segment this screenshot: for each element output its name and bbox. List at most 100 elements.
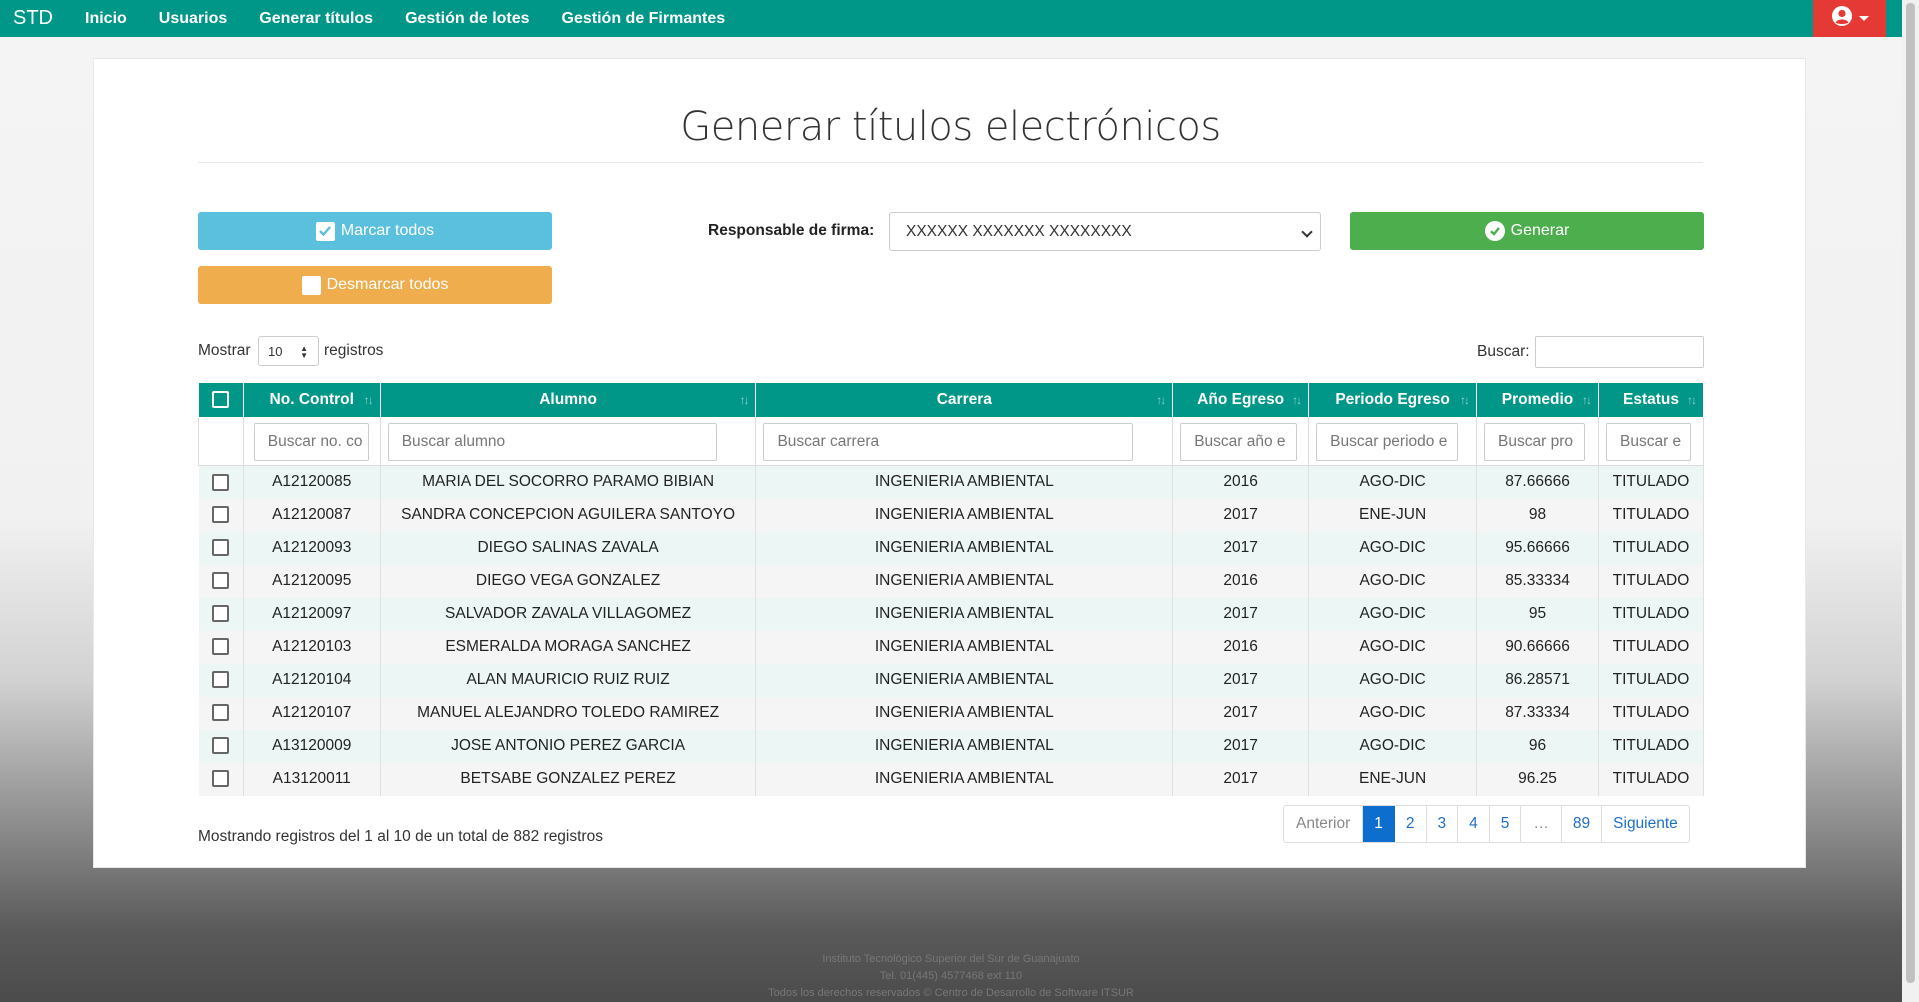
- nav-generar-titulos[interactable]: Generar títulos: [259, 10, 373, 28]
- row-checkbox[interactable]: [212, 605, 230, 623]
- cell-control: A12120085: [243, 465, 381, 499]
- cell-carrera: INGENIERIA AMBIENTAL: [755, 762, 1174, 796]
- nav-inicio[interactable]: Inicio: [85, 10, 127, 28]
- cell-carrera: INGENIERIA AMBIENTAL: [755, 531, 1174, 565]
- cell-alumno: BETSABE GONZALEZ PEREZ: [380, 762, 757, 796]
- table-row[interactable]: A12120104 ALAN MAURICIO RUIZ RUIZ INGENIER…: [198, 663, 1705, 697]
- search-input[interactable]: [1535, 336, 1704, 368]
- unmark-all-button[interactable]: Desmarcar todos: [198, 266, 552, 304]
- cell-estatus: TITULADO: [1598, 696, 1705, 730]
- brand-logo[interactable]: STD: [13, 7, 69, 30]
- chevron-down-icon: [1858, 16, 1869, 21]
- header-anio-egreso[interactable]: Año Egreso ↑↓: [1172, 382, 1310, 418]
- header-label: Estatus: [1622, 391, 1679, 408]
- page-button[interactable]: 2: [1395, 806, 1427, 842]
- page-scrollbar[interactable]: [1902, 0, 1919, 1002]
- filter-promedio-input[interactable]: Buscar pro: [1484, 422, 1586, 461]
- page-button[interactable]: 3: [1427, 806, 1459, 842]
- row-select-cell: [198, 564, 244, 598]
- nav-usuarios[interactable]: Usuarios: [159, 10, 227, 28]
- filter-cell: Buscar año e: [1172, 417, 1310, 466]
- row-checkbox[interactable]: [212, 704, 230, 722]
- filter-empty-cell: [198, 417, 244, 466]
- header-label: Promedio: [1501, 391, 1574, 408]
- row-checkbox[interactable]: [212, 572, 230, 590]
- search-label: Buscar:: [1477, 343, 1530, 360]
- header-label: Carrera: [936, 391, 992, 408]
- row-select-cell: [198, 663, 244, 697]
- table-row[interactable]: A12120097 SALVADOR ZAVALA VILLAGOMEZ INGEN…: [198, 597, 1705, 631]
- cell-promedio: 95.66666: [1476, 531, 1599, 565]
- filter-no-control-input[interactable]: Buscar no. co: [253, 422, 369, 461]
- filter-alumno-input[interactable]: Buscar alumno: [387, 422, 717, 461]
- cell-estatus: TITULADO: [1598, 531, 1705, 565]
- cell-promedio: 87.66666: [1476, 465, 1599, 499]
- page-button[interactable]: 4: [1458, 806, 1490, 842]
- table-row[interactable]: A12120085 MARIA DEL SOCORRO PARAMO BIBIAN…: [198, 465, 1705, 499]
- select-all-header[interactable]: [198, 382, 244, 418]
- table-row[interactable]: A12120093 DIEGO SALINAS ZAVALA INGENIERIA …: [198, 531, 1705, 565]
- header-alumno[interactable]: Alumno ↑↓: [379, 382, 757, 418]
- pagination: Anterior 1 2 3 4 5 … 89 Siguiente: [1283, 805, 1690, 843]
- cell-control: A13120011: [243, 762, 381, 796]
- cell-promedio: 87.33334: [1476, 696, 1599, 730]
- table-row[interactable]: A12120107 MANUEL ALEJANDRO TOLEDO RAMIREZ…: [198, 696, 1705, 730]
- cell-alumno: MANUEL ALEJANDRO TOLEDO RAMIREZ: [380, 696, 757, 730]
- cell-anio: 2017: [1172, 663, 1310, 697]
- page-button[interactable]: 5: [1490, 806, 1522, 842]
- row-checkbox[interactable]: [212, 539, 230, 557]
- select-all-checkbox[interactable]: [212, 391, 230, 409]
- scrollbar-thumb[interactable]: [1906, 3, 1915, 983]
- table-row[interactable]: A13120011 BETSABE GONZALEZ PEREZ INGENIERI…: [198, 762, 1705, 796]
- cell-carrera: INGENIERIA AMBIENTAL: [755, 630, 1174, 664]
- cell-alumno: SANDRA CONCEPCION AGUILERA SANTOYO: [380, 498, 757, 532]
- row-checkbox[interactable]: [212, 638, 230, 656]
- table-row[interactable]: A12120087 SANDRA CONCEPCION AGUILERA SANT…: [198, 498, 1705, 532]
- table-row[interactable]: A12120095 DIEGO VEGA GONZALEZ INGENIERIA A…: [198, 564, 1705, 598]
- page-prev-button[interactable]: Anterior: [1284, 806, 1364, 842]
- generate-button[interactable]: Generar: [1350, 212, 1704, 250]
- row-checkbox[interactable]: [212, 473, 230, 491]
- filter-estatus-input[interactable]: Buscar e: [1605, 422, 1691, 461]
- cell-estatus: TITULADO: [1598, 498, 1705, 532]
- cell-control: A12120095: [243, 564, 381, 598]
- page-footer: Instituto Tecnológico Superior del Sur d…: [0, 951, 1902, 1002]
- footer-line: Todos los derechos reservados © Centro d…: [768, 987, 1134, 999]
- page-length-select[interactable]: 10 ▲ ▼: [258, 336, 319, 366]
- cell-anio: 2017: [1172, 597, 1310, 631]
- page-button[interactable]: 89: [1562, 806, 1603, 842]
- cell-alumno: DIEGO VEGA GONZALEZ: [380, 564, 757, 598]
- row-select-cell: [198, 630, 244, 664]
- cell-carrera: INGENIERIA AMBIENTAL: [755, 597, 1174, 631]
- row-checkbox[interactable]: [212, 737, 230, 755]
- header-estatus[interactable]: Estatus ↑↓: [1597, 382, 1705, 418]
- table-row[interactable]: A12120103 ESMERALDA MORAGA SANCHEZ INGENIE…: [198, 630, 1705, 664]
- cell-promedio: 98: [1476, 498, 1599, 532]
- cell-estatus: TITULADO: [1598, 630, 1705, 664]
- cell-alumno: DIEGO SALINAS ZAVALA: [380, 531, 757, 565]
- user-menu-button[interactable]: [1813, 0, 1886, 37]
- table-row[interactable]: A13120009 JOSE ANTONIO PEREZ GARCIA INGENI…: [198, 729, 1705, 763]
- records-label: registros: [324, 342, 384, 359]
- header-no-control[interactable]: No. Control ↑↓: [242, 382, 381, 418]
- page-next-button[interactable]: Siguiente: [1602, 806, 1689, 842]
- header-label: Periodo Egreso: [1335, 391, 1450, 408]
- page-button[interactable]: 1: [1363, 806, 1395, 842]
- header-carrera[interactable]: Carrera ↑↓: [755, 382, 1174, 418]
- filter-anio-input[interactable]: Buscar año e: [1180, 422, 1298, 461]
- filter-periodo-input[interactable]: Buscar periodo e: [1316, 422, 1459, 461]
- filter-carrera-input[interactable]: Buscar carrera: [763, 422, 1134, 461]
- nav-gestion-firmantes[interactable]: Gestión de Firmantes: [562, 10, 726, 28]
- mark-all-label: Marcar todos: [340, 222, 435, 239]
- row-select-cell: [198, 498, 244, 532]
- cell-estatus: TITULADO: [1598, 564, 1705, 598]
- row-checkbox[interactable]: [212, 671, 230, 689]
- sort-icon: ↑↓: [363, 393, 374, 407]
- firma-select[interactable]: XXXXXX XXXXXXX XXXXXXXX: [889, 212, 1321, 251]
- header-promedio[interactable]: Promedio ↑↓: [1476, 382, 1599, 418]
- nav-gestion-lotes[interactable]: Gestión de lotes: [405, 10, 529, 28]
- row-checkbox[interactable]: [212, 770, 230, 788]
- header-periodo-egreso[interactable]: Periodo Egreso ↑↓: [1308, 382, 1478, 418]
- mark-all-button[interactable]: Marcar todos: [198, 212, 552, 250]
- row-checkbox[interactable]: [212, 506, 230, 524]
